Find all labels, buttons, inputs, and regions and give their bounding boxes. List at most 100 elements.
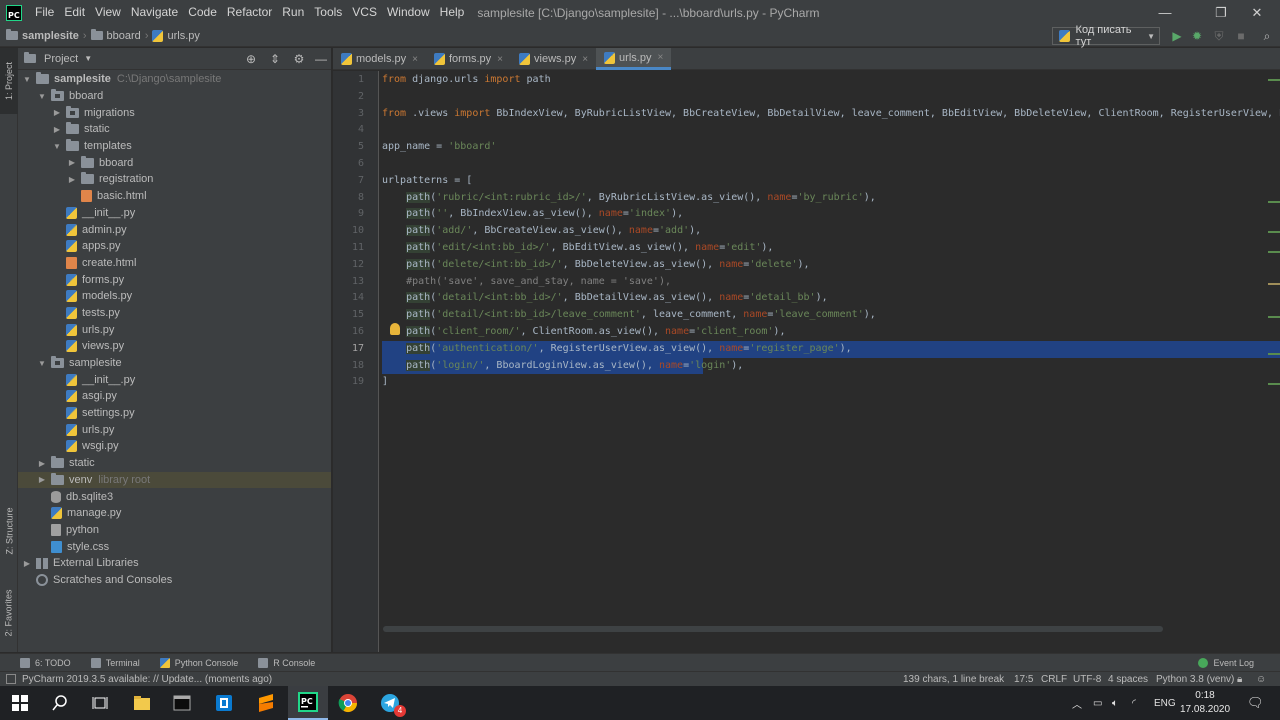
tree-item[interactable]: basic.html: [18, 188, 331, 205]
breadcrumb-item-file[interactable]: urls.py: [167, 30, 199, 42]
tree-item[interactable]: urls.py: [18, 421, 331, 438]
tool-window-event-log[interactable]: Event Log: [1198, 657, 1254, 668]
menu-item-code[interactable]: Code: [183, 0, 222, 25]
breadcrumb-item-folder[interactable]: bboard: [107, 30, 141, 42]
tree-item[interactable]: ▶ bboard: [18, 154, 331, 171]
editor-tab-forms[interactable]: forms.py ×: [426, 48, 511, 70]
tree-item[interactable]: create.html: [18, 255, 331, 272]
code-line[interactable]: path('add/', BbCreateView.as_view(), nam…: [382, 223, 1280, 240]
show-hidden-icons-icon[interactable]: ︿: [1072, 686, 1082, 720]
chevron-down-icon[interactable]: ▼: [52, 142, 62, 151]
chevron-right-icon[interactable]: ▶: [52, 125, 62, 134]
chevron-right-icon[interactable]: ▶: [67, 158, 77, 167]
minimize-button[interactable]: —: [1142, 0, 1188, 25]
terminal-icon[interactable]: [162, 686, 202, 720]
menu-item-file[interactable]: File: [30, 0, 59, 25]
tool-window-python-console[interactable]: Python Console: [159, 657, 238, 668]
task-view-icon[interactable]: [80, 686, 120, 720]
code-line[interactable]: path('', BbIndexView.as_view(), name='in…: [382, 206, 1280, 223]
chevron-down-icon[interactable]: ▼: [22, 75, 32, 84]
code-line[interactable]: #path('save', save_and_stay, name = 'sav…: [382, 274, 1280, 291]
lightbulb-icon[interactable]: [390, 323, 400, 335]
tree-item[interactable]: tests.py: [18, 305, 331, 322]
file-encoding[interactable]: UTF-8: [1073, 672, 1101, 687]
status-message[interactable]: PyCharm 2019.3.5 available: // Update...…: [22, 674, 272, 685]
input-language[interactable]: ENG: [1154, 686, 1176, 720]
tree-item[interactable]: ▼ templates: [18, 138, 331, 155]
tree-item[interactable]: models.py: [18, 288, 331, 305]
chevron-right-icon[interactable]: ▶: [52, 108, 62, 117]
coverage-icon[interactable]: ⛨: [1212, 29, 1226, 43]
tool-window-todo[interactable]: 6: TODO: [20, 657, 71, 668]
tree-item[interactable]: apps.py: [18, 238, 331, 255]
tree-item[interactable]: ▶ venv library root: [18, 471, 331, 489]
menu-item-navigate[interactable]: Navigate: [126, 0, 183, 25]
code-line[interactable]: [382, 89, 1280, 106]
tree-item[interactable]: __init__.py: [18, 371, 331, 388]
pycharm-icon[interactable]: PC: [288, 686, 328, 720]
collapse-all-icon[interactable]: ⇕: [268, 52, 282, 66]
tree-item[interactable]: ▼ samplesite: [18, 355, 331, 372]
debug-icon[interactable]: ✹: [1190, 29, 1204, 43]
close-tab-icon[interactable]: ×: [497, 54, 503, 65]
menu-item-tools[interactable]: Tools: [309, 0, 347, 25]
locate-file-icon[interactable]: ⊕: [244, 52, 258, 66]
code-line[interactable]: urlpatterns = [: [382, 173, 1280, 190]
run-icon[interactable]: ▶: [1170, 29, 1184, 43]
toggle-tool-windows-icon[interactable]: [6, 674, 16, 684]
line-separator[interactable]: CRLF: [1041, 672, 1067, 687]
code-line[interactable]: path('authentication/', RegisterUserView…: [382, 340, 1280, 358]
search-everywhere-icon[interactable]: ⌕: [1260, 29, 1274, 43]
code-line[interactable]: path('detail/<int:bb_id>/', BbDetailView…: [382, 290, 1280, 307]
tree-item[interactable]: Scratches and Consoles: [18, 572, 331, 589]
code-line[interactable]: ]: [382, 374, 1280, 391]
editor-tab-models[interactable]: models.py ×: [333, 48, 426, 70]
chevron-down-icon[interactable]: ▼: [84, 54, 92, 63]
chevron-down-icon[interactable]: ▼: [37, 359, 47, 368]
tree-item[interactable]: settings.py: [18, 405, 331, 422]
network-icon[interactable]: ◜: [1132, 686, 1136, 720]
code-line[interactable]: [382, 122, 1280, 139]
system-clock[interactable]: 0:18 17.08.2020: [1180, 689, 1230, 717]
lock-icon[interactable]: 🔒︎: [1237, 672, 1242, 687]
horizontal-scrollbar[interactable]: [383, 626, 1163, 632]
code-line[interactable]: [382, 156, 1280, 173]
editor-tab-views[interactable]: views.py ×: [511, 48, 596, 70]
caret-position[interactable]: 17:5: [1014, 672, 1033, 687]
tree-item[interactable]: ▶ static: [18, 121, 331, 138]
chevron-right-icon[interactable]: ▶: [22, 559, 32, 568]
code-line[interactable]: from .views import BbIndexView, ByRubric…: [382, 106, 1280, 123]
menu-item-view[interactable]: View: [90, 0, 126, 25]
tab-favorites-tool[interactable]: 2: Favorites: [0, 578, 18, 648]
python-interpreter[interactable]: Python 3.8 (venv): [1156, 672, 1234, 687]
chevron-right-icon[interactable]: ▶: [37, 459, 47, 468]
tab-project-tool[interactable]: 1: Project: [0, 48, 18, 114]
tree-item[interactable]: ▼ samplesite C:\Django\samplesite: [18, 71, 331, 88]
tree-item[interactable]: forms.py: [18, 271, 331, 288]
hide-panel-icon[interactable]: —: [314, 52, 328, 66]
tree-item[interactable]: __init__.py: [18, 205, 331, 222]
code-line[interactable]: app_name = 'bboard': [382, 139, 1280, 156]
indent-setting[interactable]: 4 spaces: [1108, 672, 1148, 687]
file-explorer-icon[interactable]: [122, 686, 162, 720]
code-editor[interactable]: 1 2 3 4 5 6 7 8 9 10 11 12 13 14 15 16 17 18 19 from djang…: [333, 71, 1280, 652]
volume-icon[interactable]: 🔈︎: [1112, 686, 1118, 720]
tool-window-terminal[interactable]: Terminal: [90, 657, 140, 668]
close-tab-icon[interactable]: ×: [657, 52, 663, 63]
tree-item[interactable]: ▶ static: [18, 455, 331, 472]
tree-item[interactable]: urls.py: [18, 321, 331, 338]
tree-item[interactable]: db.sqlite3: [18, 488, 331, 505]
code-line[interactable]: path('edit/<int:bb_id>/', BbEditView.as_…: [382, 240, 1280, 257]
tool-window-r-console[interactable]: R Console: [258, 657, 315, 668]
menu-item-run[interactable]: Run: [277, 0, 309, 25]
run-configuration-select[interactable]: Код писать тут ▼: [1052, 24, 1160, 48]
close-tab-icon[interactable]: ×: [582, 54, 588, 65]
menu-item-refactor[interactable]: Refactor: [222, 0, 277, 25]
code-line[interactable]: path('login/', BboardLoginView.as_view()…: [382, 357, 743, 375]
chrome-icon[interactable]: [328, 686, 368, 720]
tree-item[interactable]: style.css: [18, 538, 331, 555]
app-store-icon[interactable]: [204, 686, 244, 720]
telegram-icon[interactable]: 4: [370, 686, 410, 720]
editor-tab-urls[interactable]: urls.py ×: [596, 48, 672, 70]
stop-icon[interactable]: ■: [1234, 29, 1248, 43]
